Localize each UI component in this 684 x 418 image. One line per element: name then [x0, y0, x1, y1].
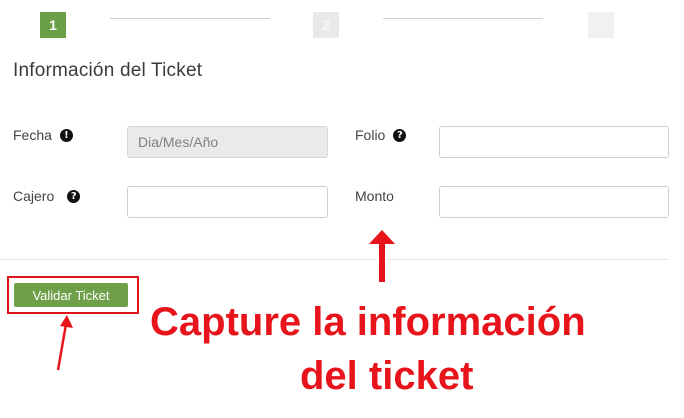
cajero-info-icon[interactable]: ? — [67, 189, 81, 203]
cajero-input[interactable] — [127, 186, 328, 218]
step-2-indicator: 2 — [313, 12, 339, 38]
step-connector-line — [110, 18, 270, 19]
fecha-info-icon[interactable]: ! — [59, 128, 73, 142]
folio-info-icon[interactable]: ? — [393, 128, 407, 142]
folio-label: Folio — [355, 127, 386, 143]
section-title: Información del Ticket — [13, 60, 203, 81]
arrow-pointer-icon — [56, 315, 73, 371]
cajero-label-group: Cajero ? — [13, 188, 81, 204]
arrow-up-icon — [366, 226, 398, 284]
monto-input[interactable] — [439, 186, 669, 218]
monto-label-group: Monto — [355, 188, 394, 204]
cajero-label: Cajero — [13, 188, 55, 204]
step-connector-line — [383, 18, 543, 19]
folio-label-group: Folio ? — [355, 127, 407, 143]
fecha-label-group: Fecha ! — [13, 127, 73, 143]
step-3-indicator — [588, 12, 614, 38]
form-divider — [0, 259, 668, 260]
monto-label: Monto — [355, 188, 394, 204]
validar-ticket-button[interactable]: Validar Ticket — [14, 283, 128, 307]
step-1-indicator: 1 — [40, 12, 66, 38]
fecha-input[interactable]: Dia/Mes/Año — [127, 126, 328, 158]
fecha-label: Fecha — [13, 127, 52, 143]
annotation-line-1: Capture la información — [150, 300, 586, 344]
folio-input[interactable] — [439, 126, 669, 158]
annotation-line-2: del ticket — [300, 354, 474, 398]
